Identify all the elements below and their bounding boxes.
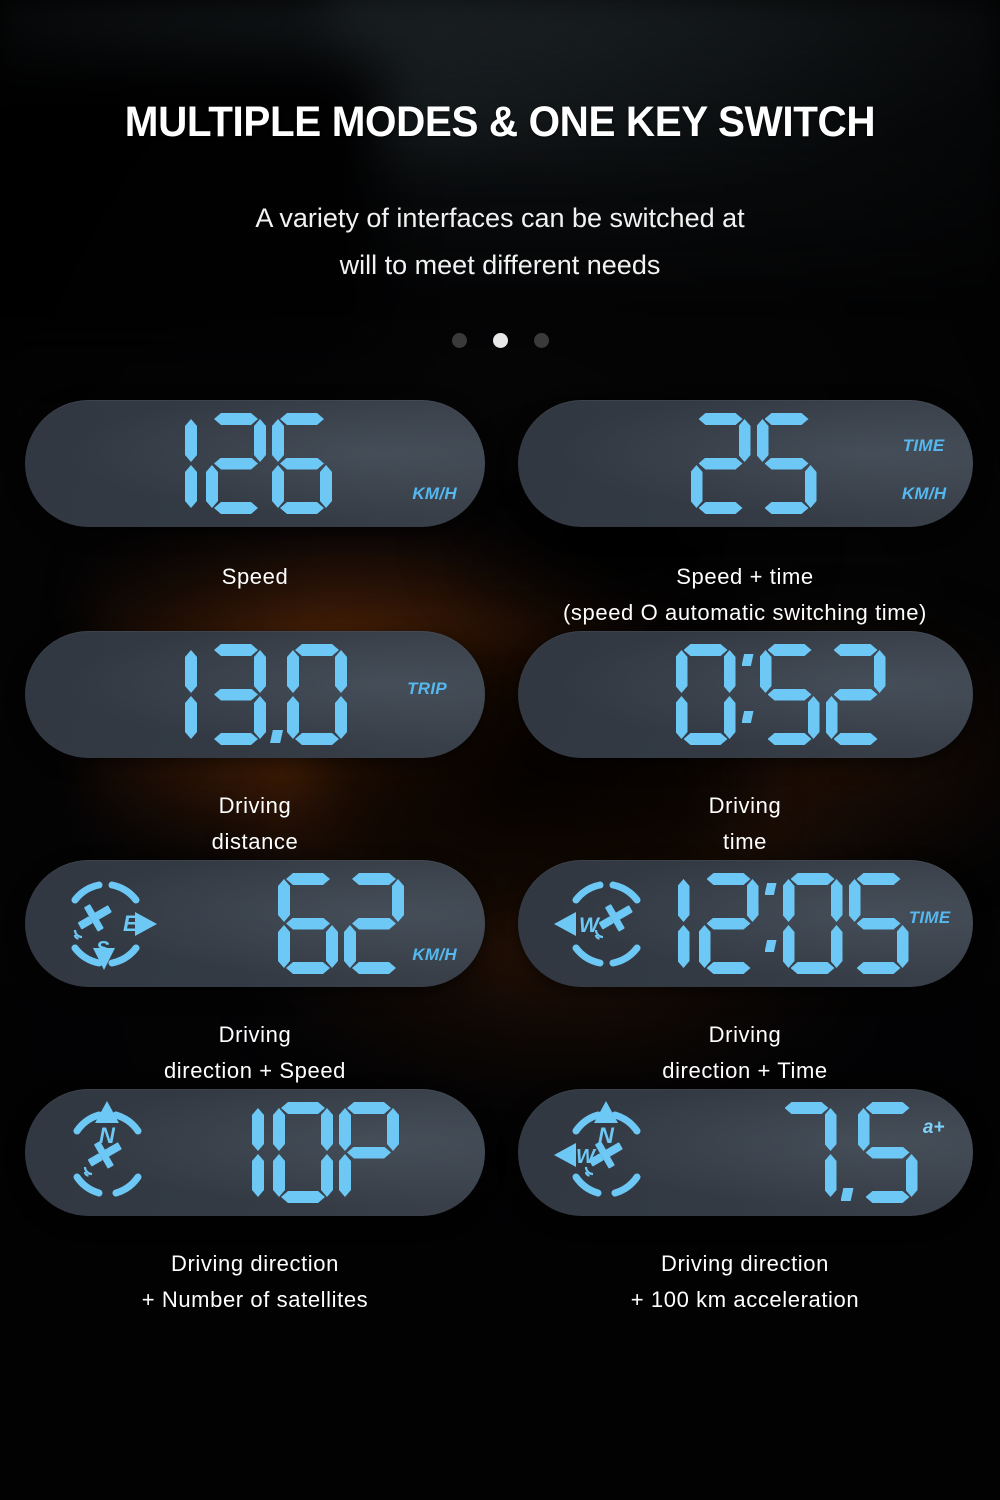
subtitle-line-2: will to meet different needs (339, 250, 661, 280)
hud-panel-direction-speed[interactable]: E S KM/H (25, 860, 485, 987)
hud-panel-direction-satellites[interactable]: N (25, 1089, 485, 1216)
lcd-digit (782, 873, 844, 974)
mode-cell-speed: KM/H Speed (15, 400, 495, 631)
unit-label-kmh: KM/H (412, 945, 457, 964)
caption-line-1: Driving (708, 793, 782, 818)
lcd-decimal-point (269, 644, 284, 745)
lcd-readout-direction-speed (275, 873, 407, 974)
compass-icon-w: W (544, 874, 649, 979)
hud-panel-driving-time[interactable] (517, 631, 973, 758)
lcd-digit (343, 873, 405, 974)
caption-line-1: Driving direction (171, 1251, 339, 1276)
hud-panel-direction-time[interactable]: W TIME (517, 860, 973, 987)
compass-label-s: S (96, 938, 110, 960)
mode-cell-driving-time: Driving time (505, 631, 985, 860)
lcd-digit (242, 1102, 268, 1203)
carousel-dot-3[interactable] (533, 333, 549, 348)
lcd-readout-satellites (240, 1102, 402, 1203)
lcd-digit (205, 413, 267, 514)
lcd-digit (690, 413, 752, 514)
compass-icon-nw: N W (546, 1101, 656, 1210)
compass-label-e: E (123, 911, 139, 936)
satellite-icon (77, 904, 112, 932)
lcd-digit (857, 1102, 919, 1203)
caption-direction-satellites: Driving direction + Number of satellites (142, 1246, 369, 1318)
lcd-readout-driving-time (673, 644, 889, 745)
lcd-digit (205, 644, 267, 745)
caption-direction-acceleration: Driving direction + 100 km acceleration (631, 1246, 859, 1318)
mode-cell-direction-acceleration: N W a+ Driving direction + 100 km accele… (505, 1089, 985, 1318)
lcd-digit (668, 873, 694, 974)
lcd-digit (175, 413, 201, 514)
caption-line-2: time (723, 829, 767, 854)
hud-panel-speed-time[interactable]: TIME KM/H (517, 400, 973, 527)
display-mode-grid: KM/H Speed TIME KM/H Speed + time (speed… (0, 400, 1000, 1318)
mode-cell-direction-time: W TIME Driving direction + Time (505, 860, 985, 1089)
caption-speed: Speed (222, 559, 289, 595)
lcd-digit (175, 644, 201, 745)
mode-cell-speed-time: TIME KM/H Speed + time (speed O automati… (505, 400, 985, 631)
mode-cell-driving-distance: TRIP Driving distance (15, 631, 495, 860)
caption-direction-time: Driving direction + Time (662, 1017, 828, 1089)
caption-driving-time: Driving time (709, 788, 782, 860)
lcd-digit-p (338, 1102, 400, 1203)
caption-direction-speed: Driving direction + Speed (164, 1017, 346, 1089)
lcd-digit (271, 413, 333, 514)
caption-line-1: Driving (218, 1022, 292, 1047)
lcd-digit (825, 644, 887, 745)
lcd-digit (286, 644, 348, 745)
superscript-label-a: a+ (922, 1117, 945, 1138)
lcd-digit (756, 413, 818, 514)
caption-line-1: Speed (221, 564, 289, 589)
caption-line-2: + Number of satellites (141, 1287, 369, 1312)
lcd-digit (776, 1102, 838, 1203)
lcd-digit (759, 644, 821, 745)
lcd-digit (272, 1102, 334, 1203)
caption-line-2: direction + Speed (163, 1058, 347, 1083)
hud-panel-direction-acceleration[interactable]: N W a+ (517, 1089, 973, 1216)
hud-panel-speed[interactable]: KM/H (25, 400, 485, 527)
unit-label-time: TIME (908, 908, 951, 927)
lcd-digit (698, 873, 760, 974)
mode-cell-direction-satellites: N Driving direction + Number of satellit… (15, 1089, 495, 1318)
unit-label-time: TIME (902, 436, 945, 455)
caption-speed-time: Speed + time (speed O automatic switchin… (563, 559, 927, 631)
unit-label-trip: TRIP (407, 679, 447, 698)
lcd-decimal-point (840, 1102, 855, 1203)
caption-driving-distance: Driving distance (212, 788, 299, 860)
caption-line-1: Driving (708, 1022, 782, 1047)
caption-line-2: distance (211, 829, 299, 854)
carousel-dot-1[interactable] (451, 333, 467, 348)
carousel-dot-2[interactable] (492, 333, 508, 348)
caption-line-2: + 100 km acceleration (630, 1287, 860, 1312)
compass-icon-n: N (55, 1101, 160, 1210)
compass-icon-es: E S (53, 874, 158, 979)
lcd-colon (739, 644, 757, 745)
lcd-digit (848, 873, 910, 974)
caption-line-2: (speed O automatic switching time) (563, 600, 927, 625)
caption-line-1: Driving direction (661, 1251, 829, 1276)
lcd-readout-direction-time (666, 873, 912, 974)
hud-panel-driving-distance[interactable]: TRIP (25, 631, 485, 758)
caption-line-1: Speed + time (676, 564, 814, 589)
lcd-digit (277, 873, 339, 974)
lcd-digit (675, 644, 737, 745)
lcd-readout-acceleration (774, 1102, 921, 1203)
satellite-icon (598, 904, 633, 932)
lcd-readout-speed-time (688, 413, 820, 514)
lcd-colon (762, 873, 780, 974)
mode-cell-direction-speed: E S KM/H Driving direction + Speed (15, 860, 495, 1089)
carousel-dots[interactable] (0, 333, 1000, 348)
unit-label-kmh: KM/H (412, 484, 457, 503)
page-subtitle: A variety of interfaces can be switched … (0, 195, 1000, 289)
caption-line-2: direction + Time (662, 1058, 828, 1083)
subtitle-line-1: A variety of interfaces can be switched … (255, 203, 745, 233)
lcd-readout-speed (173, 413, 335, 514)
page-title: MULTIPLE MODES & ONE KEY SWITCH (124, 98, 876, 146)
unit-label-kmh: KM/H (901, 484, 947, 503)
lcd-readout-distance (173, 644, 350, 745)
caption-line-1: Driving (218, 793, 292, 818)
